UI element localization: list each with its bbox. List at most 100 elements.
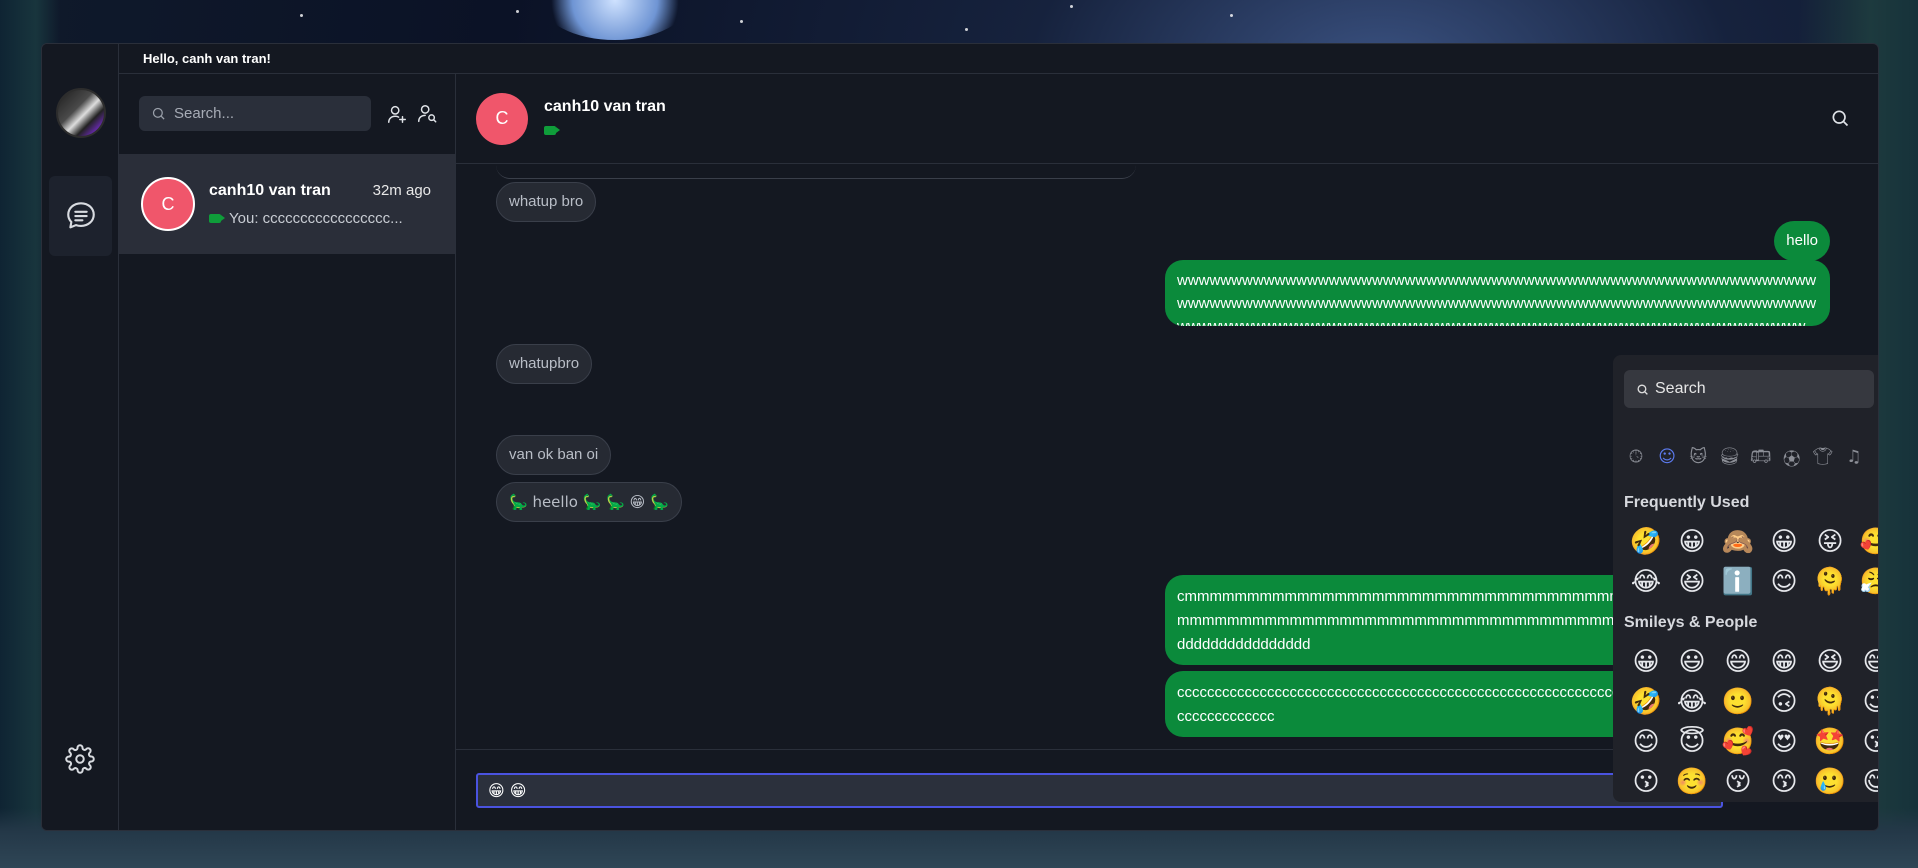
- user-avatar[interactable]: [56, 88, 106, 138]
- video-call-icon: [544, 125, 560, 135]
- gear-icon: [65, 744, 95, 774]
- emoji-button[interactable]: 🙂: [1715, 685, 1761, 719]
- star: [516, 10, 519, 13]
- emoji-button[interactable]: 😊: [1623, 725, 1669, 759]
- objects-category-icon[interactable]: 👕︎: [1810, 444, 1836, 470]
- emoji-button[interactable]: ℹ️: [1715, 565, 1761, 599]
- previous-message-edge: [496, 165, 1136, 179]
- smileys-category-icon[interactable]: ☺︎: [1654, 444, 1680, 470]
- emoji-button[interactable]: 😂: [1623, 565, 1669, 599]
- emoji-button[interactable]: 😀: [1623, 645, 1669, 679]
- emoji-section-title: Smileys & People: [1624, 614, 1758, 631]
- emoji-button[interactable]: 😊: [1761, 565, 1807, 599]
- food-category-icon[interactable]: 🍔︎: [1716, 444, 1742, 470]
- recent-category-icon[interactable]: 🕓︎: [1623, 444, 1649, 470]
- greeting-bar: Hello, canh van tran!: [119, 44, 1878, 74]
- emoji-button[interactable]: 🫠: [1807, 565, 1853, 599]
- star: [1230, 14, 1233, 17]
- emoji-button[interactable]: 😆: [1669, 565, 1715, 599]
- emoji-button[interactable]: 😚: [1715, 765, 1761, 799]
- search-icon: [1832, 110, 1849, 127]
- travel-category-icon[interactable]: 🚌︎: [1748, 444, 1774, 470]
- emoji-button[interactable]: 🥰: [1715, 725, 1761, 759]
- emoji-button[interactable]: 😍: [1761, 725, 1807, 759]
- chat-search-button[interactable]: [1830, 108, 1850, 133]
- message-input-wrapper[interactable]: [476, 773, 1723, 808]
- search-icon: [152, 107, 165, 120]
- flags-category-icon[interactable]: ⚐: [1872, 444, 1878, 470]
- emoji-button[interactable]: 🥲: [1807, 765, 1853, 799]
- message-bubble-incoming: whatup bro: [496, 182, 597, 222]
- message-input[interactable]: [488, 781, 1721, 800]
- emoji-button[interactable]: 😁: [1761, 645, 1807, 679]
- message-bubble-incoming: whatupbro: [496, 344, 593, 384]
- emoji-button[interactable]: ☺️: [1669, 765, 1715, 799]
- emoji-button[interactable]: 😄: [1715, 645, 1761, 679]
- chat-contact-avatar[interactable]: C: [476, 92, 528, 145]
- add-friend-button[interactable]: [383, 100, 411, 128]
- emoji-button[interactable]: 😇: [1669, 725, 1715, 759]
- message-bubble-incoming: van ok ban oi: [496, 435, 612, 475]
- emoji-button[interactable]: 🤩: [1807, 725, 1853, 759]
- message-bubble-outgoing: wwwwwwwwwwwwwwwwwwwwwwwwwwwwwwwwwwwwwwww…: [1165, 260, 1830, 326]
- video-call-icon: [209, 213, 225, 223]
- last-message-preview: You: ccccccccccccccccc...: [229, 209, 403, 227]
- emoji-button[interactable]: 😀: [1761, 525, 1807, 559]
- emoji-button[interactable]: 😉: [1853, 685, 1878, 719]
- nav-rail: [42, 44, 119, 830]
- star: [1070, 5, 1073, 8]
- message-bubble-outgoing: hello: [1774, 221, 1830, 261]
- emoji-button[interactable]: 😅: [1853, 645, 1878, 679]
- animals-category-icon[interactable]: 🐱︎: [1685, 444, 1711, 470]
- symbols-category-icon[interactable]: ♫: [1841, 444, 1867, 470]
- star: [300, 14, 303, 17]
- emoji-button[interactable]: 😋: [1853, 765, 1878, 799]
- search-icon: [1637, 383, 1648, 395]
- chats-nav-button[interactable]: [49, 176, 112, 256]
- emoji-category-tabs: 🕓︎ ☺︎ 🐱︎ 🍔︎ 🚌︎ ⚽︎ 👕︎ ♫ ⚐: [1623, 443, 1878, 471]
- emoji-picker: 🕓︎ ☺︎ 🐱︎ 🍔︎ 🚌︎ ⚽︎ 👕︎ ♫ ⚐ Frequently Used…: [1613, 355, 1878, 802]
- emoji-button[interactable]: 😃: [1669, 645, 1715, 679]
- emoji-button[interactable]: 🤣: [1623, 685, 1669, 719]
- conversation-search[interactable]: [139, 96, 371, 131]
- chat-contact-name: canh10 van tran: [544, 97, 666, 115]
- emoji-button[interactable]: 🫠: [1807, 685, 1853, 719]
- user-plus-icon: [388, 105, 406, 123]
- chat-header: C canh10 van tran: [456, 74, 1878, 164]
- chat-app-window: Hello, canh van tran! C canh10 van tran …: [41, 43, 1879, 831]
- conversation-info: canh10 van tran 32m ago You: ccccccccccc…: [209, 182, 431, 227]
- background-moon: [540, 0, 690, 40]
- contact-name: canh10 van tran: [209, 181, 331, 199]
- emoji-button[interactable]: 😂: [1669, 685, 1715, 719]
- emoji-button[interactable]: 🙈: [1715, 525, 1761, 559]
- star: [965, 28, 968, 31]
- last-message-time: 32m ago: [372, 182, 431, 199]
- emoji-button[interactable]: 🥰: [1853, 525, 1878, 559]
- message-bubble-incoming: 🦕 heello 🦕 🦕 😁 🦕: [496, 482, 682, 522]
- conversations-sidebar: C canh10 van tran 32m ago You: ccccccccc…: [119, 74, 456, 830]
- star: [740, 20, 743, 23]
- conversation-search-input[interactable]: [174, 105, 354, 122]
- emoji-grid-smileys: 😀😃😄😁😆😅 🤣😂🙂🙃🫠😉 😊😇🥰😍🤩😘 😗☺️😚😙🥲😋: [1623, 645, 1878, 799]
- contact-avatar: C: [141, 177, 195, 231]
- greeting-text: Hello, canh van tran!: [143, 51, 271, 66]
- emoji-button[interactable]: 🤣: [1623, 525, 1669, 559]
- chat-bubble-icon: [66, 202, 95, 229]
- activities-category-icon[interactable]: ⚽︎: [1779, 444, 1805, 470]
- emoji-button[interactable]: 😙: [1761, 765, 1807, 799]
- emoji-search[interactable]: [1624, 370, 1874, 408]
- emoji-button[interactable]: 😘: [1853, 725, 1878, 759]
- conversation-item[interactable]: C canh10 van tran 32m ago You: ccccccccc…: [119, 154, 455, 254]
- settings-button[interactable]: [60, 739, 100, 779]
- emoji-button[interactable]: 😀: [1669, 525, 1715, 559]
- emoji-section-title: Frequently Used: [1624, 494, 1750, 511]
- user-search-icon: [418, 105, 437, 123]
- emoji-search-input[interactable]: [1655, 380, 1855, 398]
- emoji-button[interactable]: 🙃: [1761, 685, 1807, 719]
- emoji-grid-frequent: 🤣😀🙈😀😝🥰😂😆ℹ️😊🫠😤: [1623, 525, 1878, 599]
- create-group-button[interactable]: [413, 100, 441, 128]
- emoji-button[interactable]: 😝: [1807, 525, 1853, 559]
- emoji-button[interactable]: 😤: [1853, 565, 1878, 599]
- emoji-button[interactable]: 😗: [1623, 765, 1669, 799]
- emoji-button[interactable]: 😆: [1807, 645, 1853, 679]
